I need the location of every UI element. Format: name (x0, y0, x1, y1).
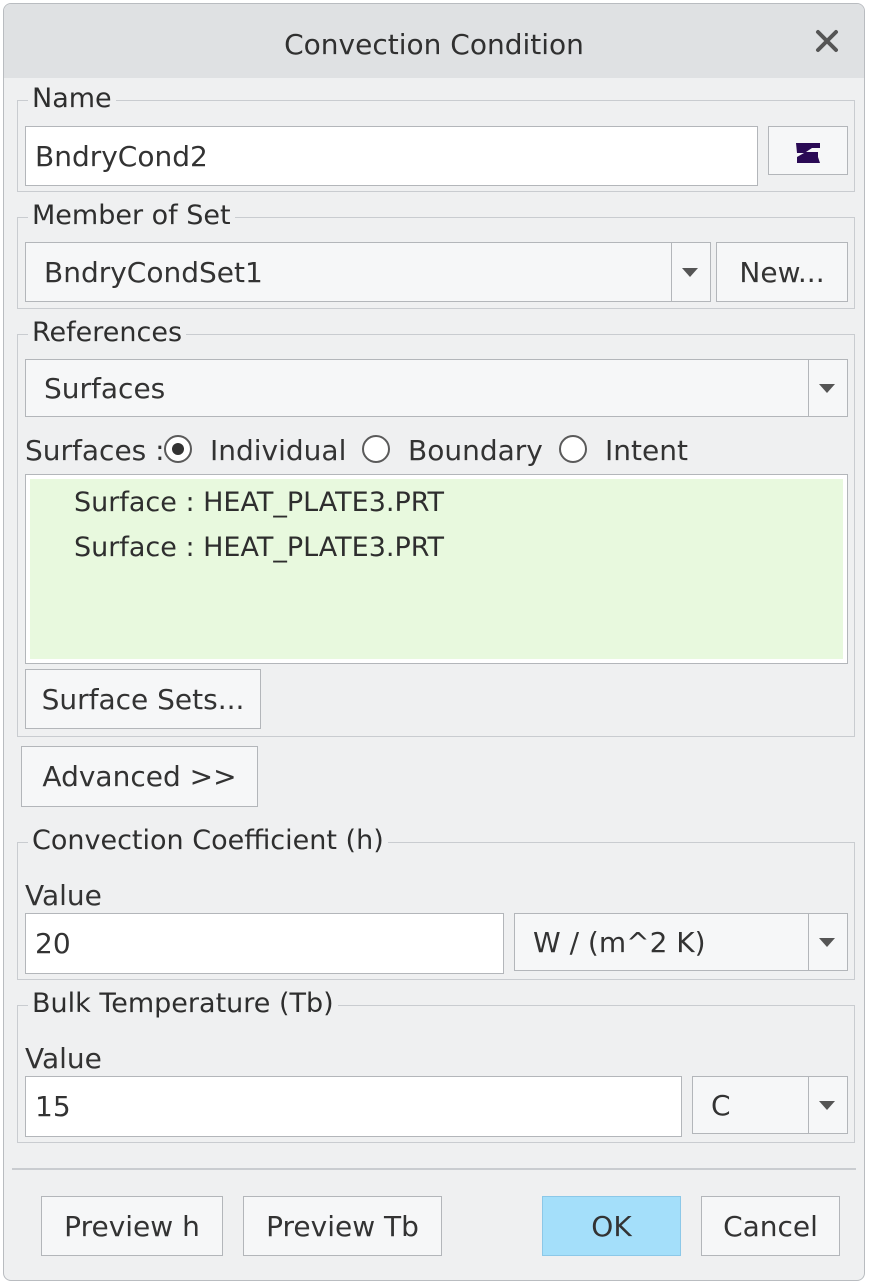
chevron-down-icon (682, 268, 698, 277)
name-legend: Name (28, 81, 116, 117)
title-bar[interactable]: Convection Condition (4, 4, 864, 78)
preview-tb-button[interactable]: Preview Tb (243, 1196, 442, 1256)
bulk-value-input[interactable]: 15 (25, 1076, 682, 1137)
reference-type-select[interactable]: Surfaces (25, 359, 848, 417)
surface-reference-list-area[interactable]: Surface : HEAT_PLATE3.PRT Surface : HEAT… (30, 479, 843, 659)
surface-sets-button[interactable]: Surface Sets... (25, 669, 261, 729)
footer-divider (12, 1168, 856, 1170)
convection-value-label: Value (25, 879, 102, 912)
color-button[interactable] (768, 126, 848, 175)
member-of-set-value: BndryCondSet1 (44, 255, 263, 289)
ok-button[interactable]: OK (542, 1196, 681, 1256)
member-of-set-select[interactable]: BndryCondSet1 (25, 242, 711, 302)
bulk-value-label: Value (25, 1042, 102, 1075)
surface-reference-list[interactable]: Surface : HEAT_PLATE3.PRT Surface : HEAT… (25, 474, 848, 664)
preview-h-button[interactable]: Preview h (41, 1196, 223, 1256)
bulk-unit-value: C (711, 1088, 731, 1122)
color-swatch-icon (793, 139, 823, 163)
radio-individual[interactable] (164, 435, 192, 463)
convection-coefficient-legend: Convection Coefficient (h) (28, 823, 388, 859)
name-input[interactable]: BndryCond2 (25, 126, 758, 186)
radio-boundary[interactable] (362, 435, 390, 463)
bulk-unit-select[interactable]: C (692, 1076, 848, 1134)
new-set-button[interactable]: New... (716, 242, 848, 302)
cancel-button[interactable]: Cancel (701, 1196, 840, 1256)
radio-intent[interactable] (559, 435, 587, 463)
close-icon[interactable] (812, 26, 842, 56)
surfaces-label: Surfaces : (25, 434, 165, 467)
bulk-temperature-legend: Bulk Temperature (Tb) (28, 986, 338, 1022)
name-group: Name BndryCond2 (17, 81, 855, 192)
convection-coefficient-group: Convection Coefficient (h) Value 20 W / … (17, 823, 855, 980)
radio-individual-label[interactable]: Individual (210, 434, 346, 467)
radio-intent-label[interactable]: Intent (605, 434, 688, 467)
bulk-temperature-group: Bulk Temperature (Tb) Value 15 C (17, 986, 855, 1143)
convection-value-input[interactable]: 20 (25, 913, 504, 974)
chevron-down-icon (819, 938, 835, 947)
list-item[interactable]: Surface : HEAT_PLATE3.PRT (74, 487, 444, 518)
chevron-down-icon (819, 1101, 835, 1110)
radio-boundary-label[interactable]: Boundary (408, 434, 543, 467)
list-item[interactable]: Surface : HEAT_PLATE3.PRT (74, 532, 444, 563)
member-of-set-legend: Member of Set (28, 198, 235, 234)
advanced-button[interactable]: Advanced >> (21, 746, 258, 807)
member-of-set-group: Member of Set BndryCondSet1 New... (17, 198, 855, 309)
reference-type-value: Surfaces (44, 371, 166, 405)
convection-unit-select[interactable]: W / (m^2 K) (514, 913, 848, 971)
chevron-down-icon (819, 384, 835, 393)
dialog-title: Convection Condition (284, 28, 584, 61)
convection-condition-dialog: Convection Condition Name BndryCond2 Mem… (3, 3, 865, 1281)
references-legend: References (28, 315, 187, 351)
convection-unit-value: W / (m^2 K) (533, 925, 706, 959)
references-group: References Surfaces Surfaces : Individua… (17, 315, 855, 737)
